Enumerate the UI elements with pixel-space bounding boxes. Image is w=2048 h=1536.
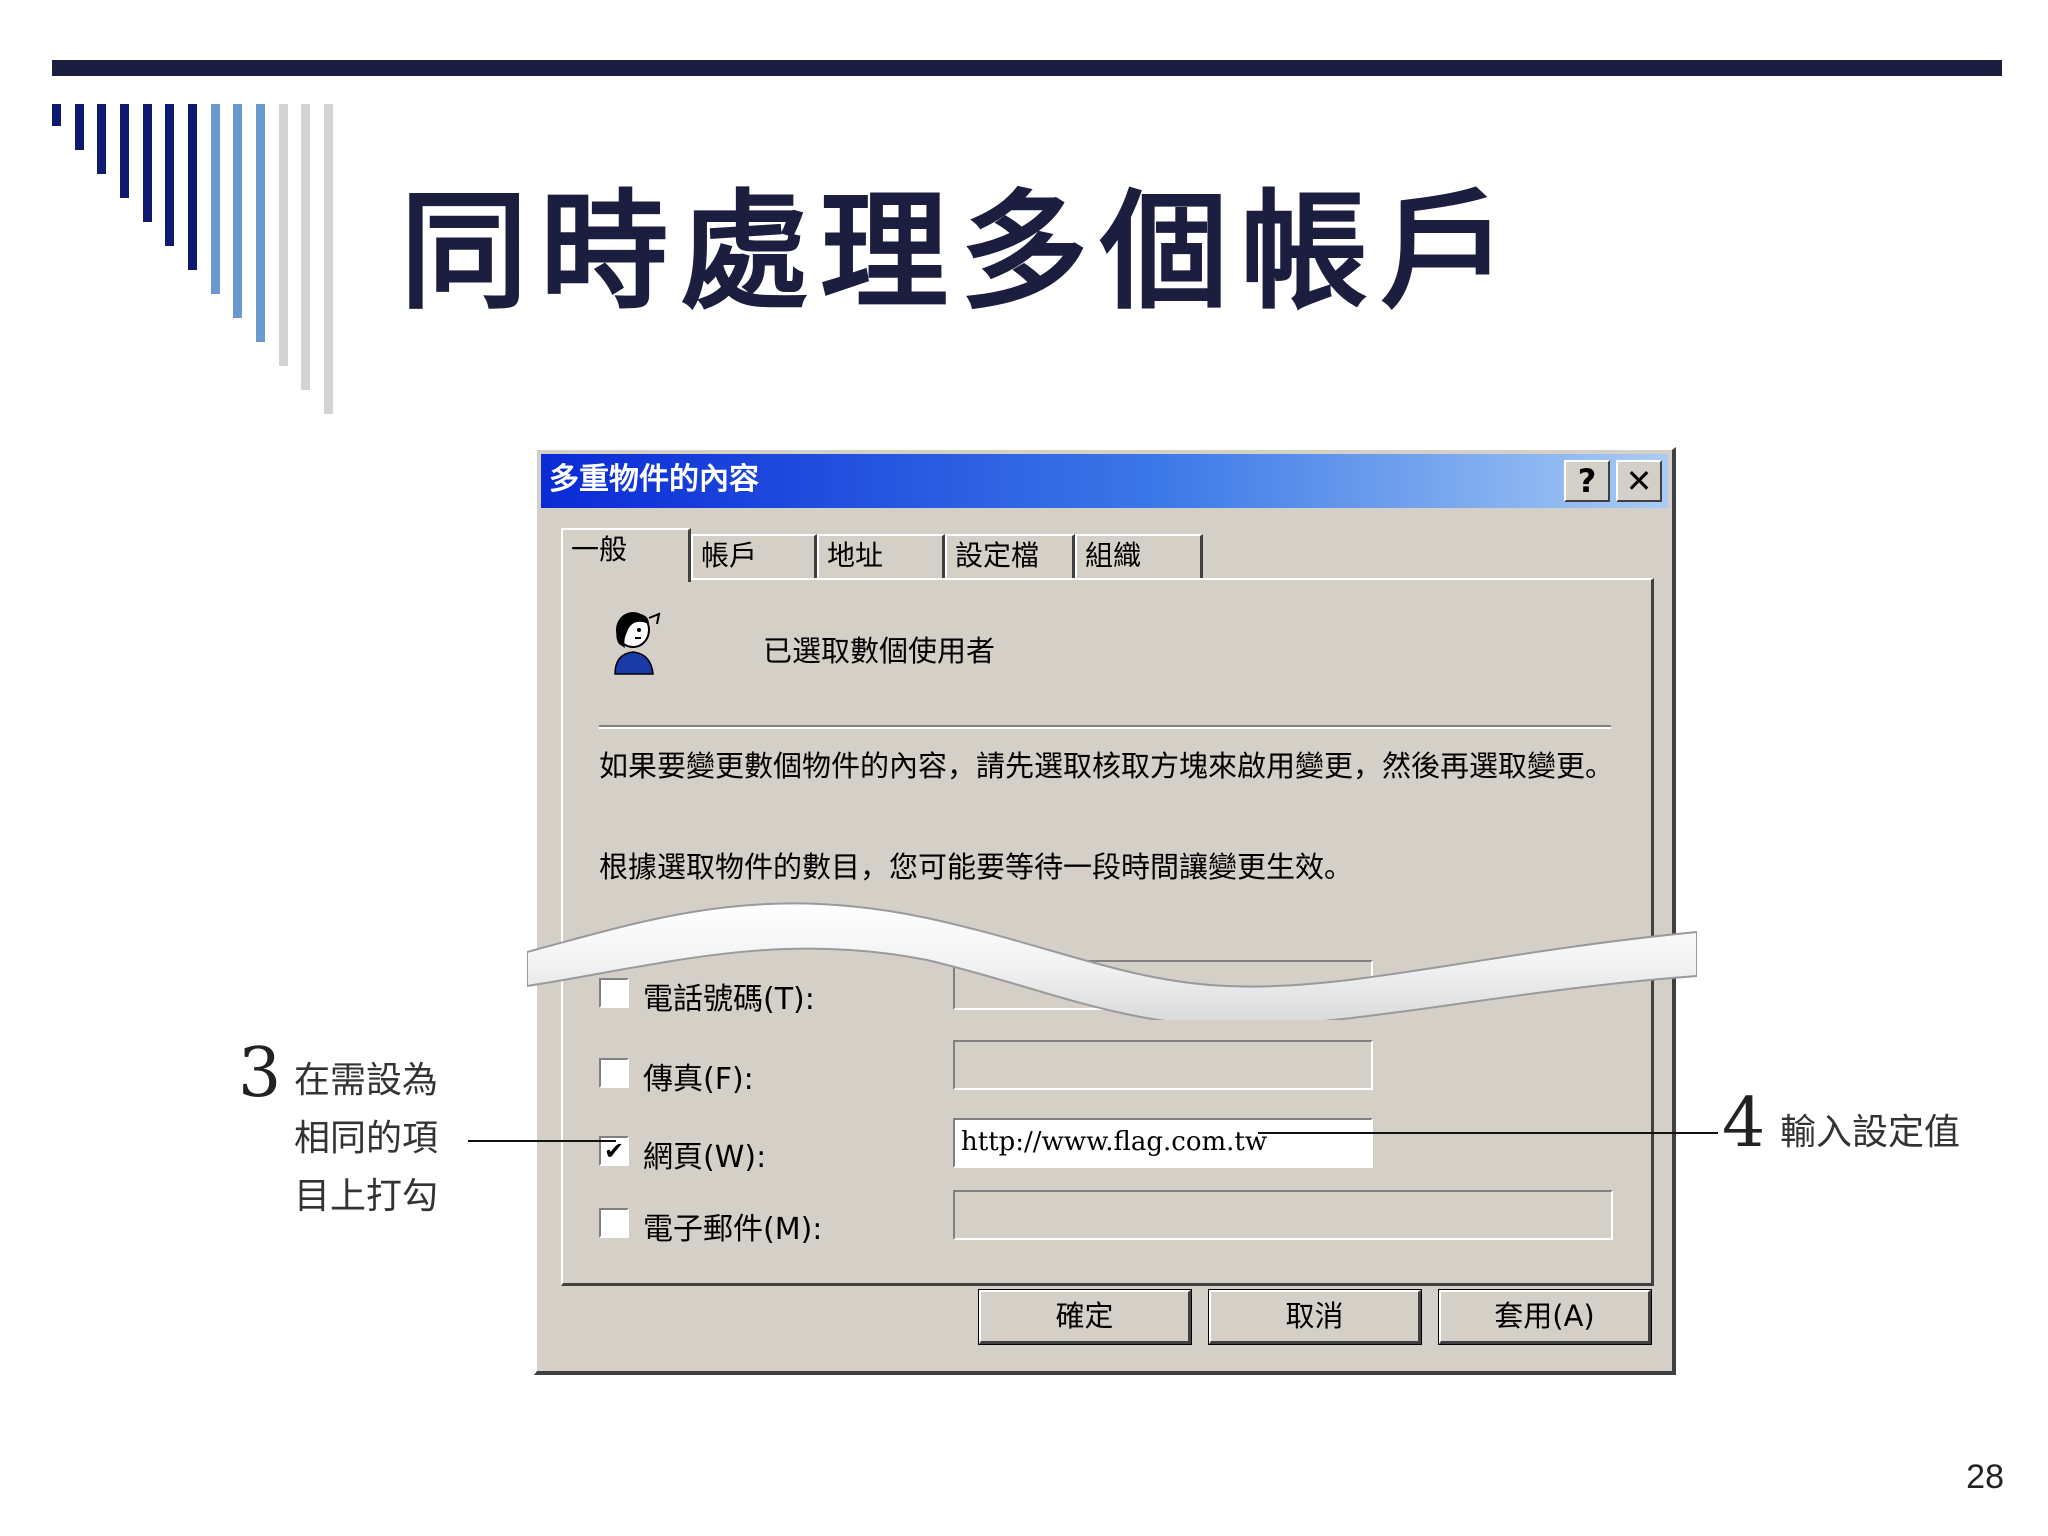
- webpage-field[interactable]: http://www.flag.com.tw: [953, 1118, 1373, 1168]
- description-change-properties: 如果要變更數個物件的內容，請先選取核取方塊來啟用變更，然後再選取變更。: [599, 749, 1615, 783]
- dialog-title: 多重物件的內容: [549, 462, 759, 497]
- description-wait: 根據選取物件的數目，您可能要等待一段時間讓變更生效。: [599, 850, 1354, 884]
- webpage-label: 網頁(W):: [643, 1140, 767, 1175]
- help-button[interactable]: ?: [1564, 460, 1610, 502]
- tab-organization[interactable]: 組織: [1075, 534, 1203, 578]
- email-field[interactable]: [953, 1190, 1613, 1240]
- fax-label: 傳真(F):: [643, 1062, 754, 1097]
- step-4-text: 輸入設定值: [1780, 1112, 1961, 1153]
- close-button[interactable]: ✕: [1616, 460, 1662, 502]
- step-3-line-1: 在需設為: [294, 1060, 439, 1101]
- users-icon: [614, 612, 661, 675]
- email-checkbox[interactable]: [599, 1208, 629, 1238]
- torn-break-wave: [527, 902, 1697, 1020]
- separator: [599, 725, 1611, 729]
- users-selected-label: 已選取數個使用者: [763, 634, 996, 668]
- tab-general[interactable]: 一般: [561, 528, 691, 582]
- step-3-number: 3: [238, 1034, 282, 1113]
- step-3-leader-line: [468, 1140, 616, 1142]
- cancel-button[interactable]: 取消: [1208, 1289, 1422, 1345]
- ok-button[interactable]: 確定: [978, 1289, 1192, 1345]
- properties-dialog: 多重物件的內容 ? ✕ 一般 帳戶 地址 設定檔 組織 已選取數個使用者 如果要…: [527, 447, 1697, 1375]
- step-4-number: 4: [1722, 1084, 1766, 1163]
- tab-profile[interactable]: 設定檔: [945, 534, 1075, 578]
- step-3-line-3: 目上打勾: [294, 1176, 439, 1217]
- email-label: 電子郵件(M):: [643, 1212, 823, 1247]
- fax-field[interactable]: [953, 1040, 1373, 1090]
- step-4-leader-line: [1258, 1132, 1718, 1134]
- fax-checkbox[interactable]: [599, 1058, 629, 1088]
- dialog-titlebar[interactable]: 多重物件的內容 ? ✕: [541, 454, 1668, 508]
- header-bar: [52, 60, 2002, 76]
- tab-account[interactable]: 帳戶: [691, 534, 817, 578]
- step-3-line-2: 相同的項: [294, 1118, 439, 1159]
- tab-address[interactable]: 地址: [817, 534, 945, 578]
- apply-button[interactable]: 套用(A): [1438, 1289, 1652, 1345]
- page-number: 28: [1966, 1458, 2004, 1496]
- slide-title: 同時處理多個帳戶: [400, 178, 1521, 327]
